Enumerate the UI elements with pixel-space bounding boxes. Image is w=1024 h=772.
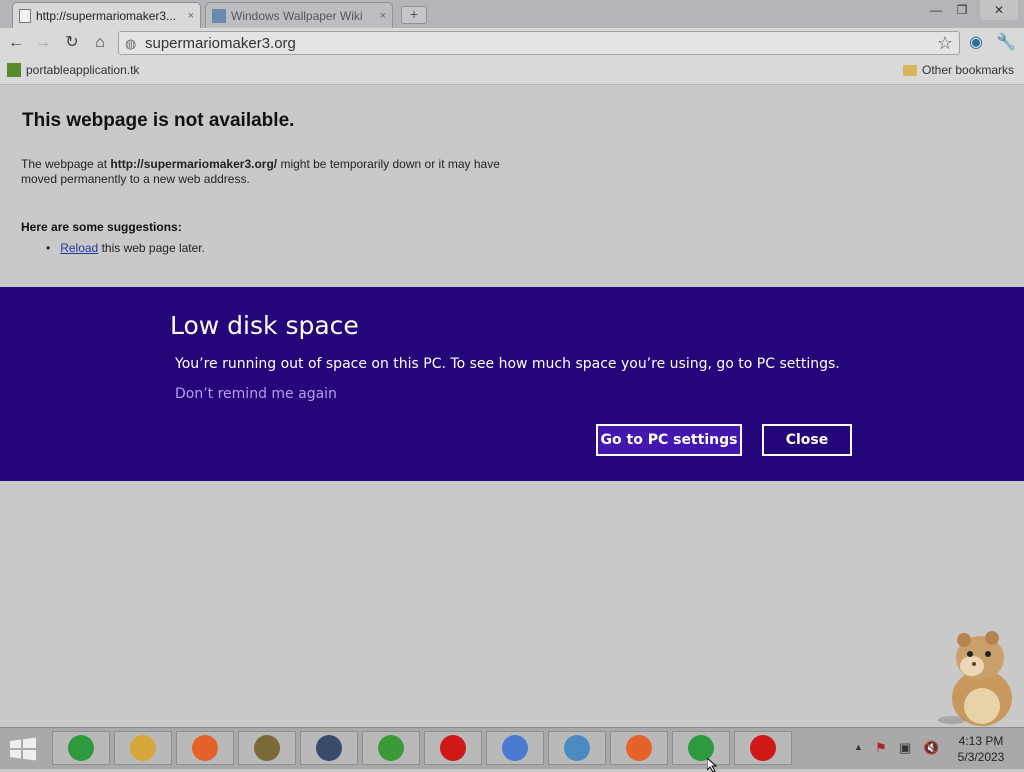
tab-windows-wallpaper-wiki[interactable]: Windows Wallpaper Wiki × — [205, 2, 393, 28]
bullet: • — [46, 241, 61, 255]
bookmark-favicon-icon — [7, 63, 21, 77]
clock-time: 4:13 PM — [958, 734, 1004, 748]
close-tab-icon[interactable]: × — [188, 10, 194, 22]
opera-icon — [750, 735, 776, 761]
volume-muted-icon[interactable]: 🔇 — [923, 740, 939, 756]
dont-remind-link[interactable]: Don’t remind me again — [175, 386, 337, 402]
tab-title: Windows Wallpaper Wiki — [231, 8, 363, 23]
suggestion-item: • Reload this web page later. — [46, 241, 205, 255]
close-button[interactable]: Close — [762, 424, 852, 456]
file-explorer-icon — [130, 735, 156, 761]
action-center-flag-icon[interactable]: ⚑ — [875, 740, 887, 756]
dialog-title: Low disk space — [170, 311, 359, 340]
firefox-icon — [192, 735, 218, 761]
chrome-icon — [68, 735, 94, 761]
safari-icon — [502, 735, 528, 761]
tab-strip: http://supermariomaker3... × Windows Wal… — [0, 0, 1024, 28]
firefox-icon — [626, 735, 652, 761]
bookmarks-bar: portableapplication.tk Other bookmarks — [0, 58, 1024, 85]
taskbar-app-button[interactable] — [548, 731, 606, 765]
other-bookmarks[interactable]: Other bookmarks — [903, 63, 1014, 77]
taskbar-app-button[interactable] — [362, 731, 420, 765]
bookmark-label: portableapplication.tk — [26, 63, 140, 77]
forward-icon[interactable]: → — [33, 33, 53, 53]
taskbar-app-button[interactable] — [176, 731, 234, 765]
network-icon[interactable]: ▣ — [899, 740, 911, 756]
suggestion-text: this web page later. — [98, 241, 205, 255]
tab-supermariomaker3[interactable]: http://supermariomaker3... × — [12, 2, 201, 28]
taskbar-app-button[interactable] — [238, 731, 296, 765]
opera-icon — [440, 735, 466, 761]
bookmark-portableapplication[interactable]: portableapplication.tk — [7, 63, 139, 77]
go-to-pc-settings-button[interactable]: Go to PC settings — [596, 424, 742, 456]
taskbar-app-button[interactable] — [424, 731, 482, 765]
browser-toolbar: ← → ↻ ⌂ ◍ supermariomaker3.org ☆ ◉ 🔧 — [0, 28, 1024, 58]
error-url: http://supermariomaker3.org/ — [110, 157, 278, 171]
taskbar-app-button[interactable] — [610, 731, 668, 765]
tab-title: http://supermariomaker3... — [36, 8, 177, 23]
hamster-pet-icon[interactable] — [932, 628, 1020, 728]
globe-icon: ◍ — [125, 36, 137, 51]
dialog-message: You’re running out of space on this PC. … — [175, 356, 840, 372]
clock[interactable]: 4:13 PM 5/3/2023 — [948, 733, 1014, 765]
windows-start-icon[interactable] — [8, 737, 38, 761]
folder-icon — [903, 64, 917, 76]
low-disk-space-dialog: Low disk space You’re running out of spa… — [0, 287, 1024, 481]
clock-date: 5/3/2023 — [957, 750, 1005, 764]
error-description: The webpage at http://supermariomaker3.o… — [21, 157, 501, 187]
control-panel-icon — [564, 735, 590, 761]
taskbar-app-button[interactable] — [300, 731, 358, 765]
wiki-favicon-icon — [212, 8, 226, 23]
home-icon[interactable]: ⌂ — [90, 33, 110, 53]
minimize-icon[interactable]: — — [926, 0, 946, 20]
window-close-icon[interactable]: ✕ — [980, 0, 1018, 20]
close-tab-icon[interactable]: × — [380, 10, 386, 22]
taskbar-app-button[interactable] — [486, 731, 544, 765]
taskbar-app-button[interactable] — [734, 731, 792, 765]
address-bar-url[interactable]: supermariomaker3.org — [145, 35, 296, 52]
pixel-character-icon — [378, 735, 404, 761]
bookmark-star-icon[interactable]: ☆ — [937, 33, 953, 54]
boxshot-icon — [254, 735, 280, 761]
show-hidden-icons-icon[interactable]: ▲ — [854, 742, 863, 752]
taskbar-app-button[interactable] — [672, 731, 730, 765]
error-text-prefix: The webpage at — [21, 157, 111, 171]
suggestions-title: Here are some suggestions: — [21, 220, 182, 234]
restore-icon[interactable]: ❐ — [952, 0, 972, 20]
error-title: This webpage is not available. — [22, 110, 295, 131]
reload-icon[interactable]: ↻ — [62, 33, 82, 53]
page-icon — [19, 8, 31, 23]
other-bookmarks-label: Other bookmarks — [922, 63, 1015, 77]
extension-icon[interactable]: ◉ — [966, 33, 986, 53]
mouse-cursor-icon — [707, 758, 718, 772]
back-icon[interactable]: ← — [6, 33, 26, 53]
taskbar-app-button[interactable] — [52, 731, 110, 765]
wrench-icon[interactable]: 🔧 — [996, 33, 1016, 53]
new-tab-button[interactable]: + — [401, 6, 427, 24]
search-magnifier-icon — [316, 735, 342, 761]
taskbar-app-button[interactable] — [114, 731, 172, 765]
address-bar[interactable]: ◍ supermariomaker3.org ☆ — [118, 31, 960, 55]
taskbar: ▲ ⚑ ▣ 🔇 4:13 PM 5/3/2023 — [0, 727, 1024, 772]
reload-link[interactable]: Reload — [60, 241, 98, 255]
